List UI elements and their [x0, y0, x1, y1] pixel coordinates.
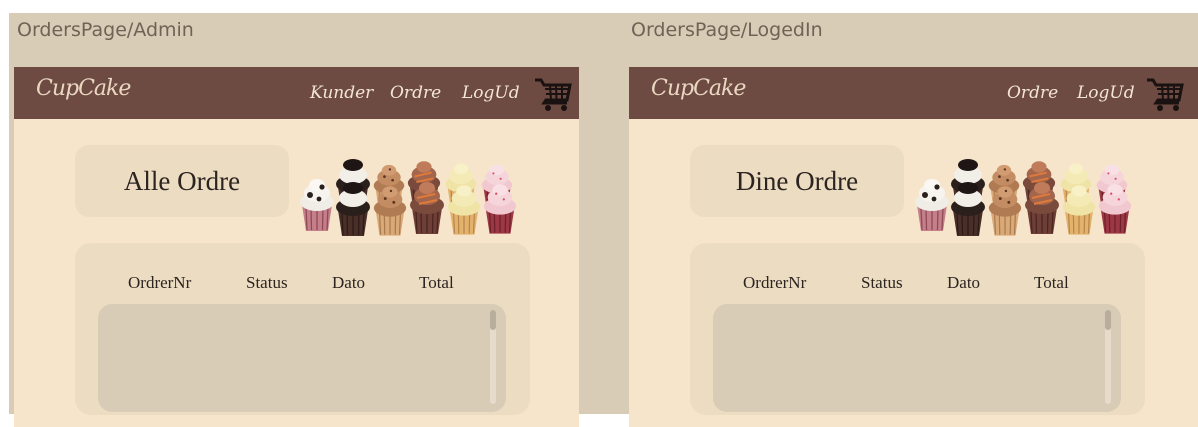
navbar: CupCake Kunder Ordre LogUd [14, 67, 579, 119]
scrollbar[interactable] [490, 310, 496, 404]
column-header-total: Total [419, 273, 454, 292]
design-board: OrdersPage/Admin CupCake Kunder Ordre Lo… [9, 13, 1198, 427]
orders-page-admin: CupCake Kunder Ordre LogUd Alle Ordre Or… [14, 67, 579, 427]
nav-link-logud[interactable]: LogUd [462, 83, 520, 103]
orders-panel: OrdrerNr Status Dato Total [690, 243, 1145, 415]
scrollbar-thumb[interactable] [1105, 310, 1111, 330]
column-header-status: Status [861, 273, 903, 292]
column-header-dato: Dato [332, 273, 366, 292]
shopping-cart-icon[interactable] [1146, 76, 1184, 112]
column-header-ordrernr: OrdrerNr [743, 273, 807, 292]
column-header-total: Total [1034, 273, 1069, 292]
orders-panel: OrdrerNr Status Dato Total [75, 243, 530, 415]
nav-link-ordre[interactable]: Ordre [390, 83, 441, 103]
scrollbar-thumb[interactable] [490, 310, 496, 330]
frame-title-admin: OrdersPage/Admin [17, 19, 194, 41]
cupcakes-image [299, 158, 517, 237]
logo[interactable]: CupCake [36, 76, 131, 101]
nav-link-logud[interactable]: LogUd [1077, 83, 1135, 103]
column-header-dato: Dato [947, 273, 981, 292]
column-header-ordrernr: OrdrerNr [128, 273, 192, 292]
orders-list[interactable] [713, 304, 1121, 412]
heading-box: Dine Ordre [690, 145, 904, 217]
nav-link-kunder[interactable]: Kunder [310, 83, 373, 103]
navbar: CupCake Ordre LogUd [629, 67, 1198, 119]
frame-title-logedin: OrdersPage/LogedIn [631, 19, 823, 41]
scrollbar[interactable] [1105, 310, 1111, 404]
heading-box: Alle Ordre [75, 145, 289, 217]
page-heading: Alle Ordre [123, 165, 241, 196]
logo[interactable]: CupCake [651, 76, 746, 101]
cupcakes-image [914, 158, 1132, 237]
nav-link-ordre[interactable]: Ordre [1007, 83, 1058, 103]
page-heading: Dine Ordre [735, 165, 859, 196]
column-header-status: Status [246, 273, 288, 292]
shopping-cart-icon[interactable] [534, 76, 572, 112]
orders-list[interactable] [98, 304, 506, 412]
orders-page-logedin: CupCake Ordre LogUd Dine Ordre OrdrerNr … [629, 67, 1198, 427]
